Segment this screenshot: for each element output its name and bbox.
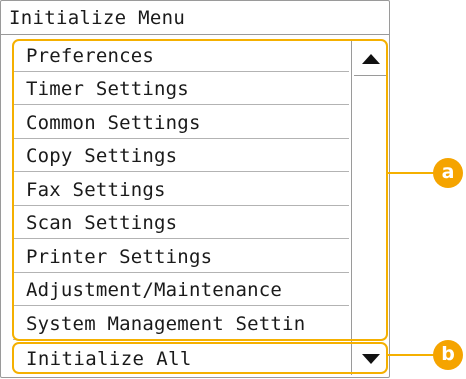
menu-item-scan-settings[interactable]: Scan Settings [13, 207, 349, 239]
menu-item-common-settings[interactable]: Common Settings [13, 107, 349, 139]
initialize-all-label[interactable]: Initialize All [13, 343, 349, 375]
menu-item-adjustment-maintenance[interactable]: Adjustment/Maintenance [13, 274, 349, 306]
callout-leader-b [388, 354, 434, 356]
scrollbar[interactable] [351, 40, 389, 342]
menu-list: Preferences Timer Settings Common Settin… [13, 40, 389, 342]
menu-item-copy-settings[interactable]: Copy Settings [13, 140, 349, 172]
triangle-up-icon [362, 53, 380, 64]
menu-item-fax-settings[interactable]: Fax Settings [13, 174, 349, 206]
callout-badge-a: a [433, 158, 463, 188]
menu-item-preferences[interactable]: Preferences [13, 40, 349, 72]
menu-item-timer-settings[interactable]: Timer Settings [13, 73, 349, 105]
callout-leader-a [388, 172, 434, 174]
initialize-all-row[interactable]: Initialize All [13, 343, 389, 375]
scroll-up-button[interactable] [354, 42, 388, 76]
triangle-down-icon [361, 354, 380, 364]
menu-item-system-management-settings[interactable]: System Management Settin [13, 308, 349, 340]
dropdown-button[interactable] [351, 343, 389, 375]
callout-badge-b: b [433, 340, 463, 370]
page-title: Initialize Menu [1, 1, 389, 35]
initialize-menu-screen: Initialize Menu Preferences Timer Settin… [0, 0, 390, 378]
menu-item-printer-settings[interactable]: Printer Settings [13, 241, 349, 273]
